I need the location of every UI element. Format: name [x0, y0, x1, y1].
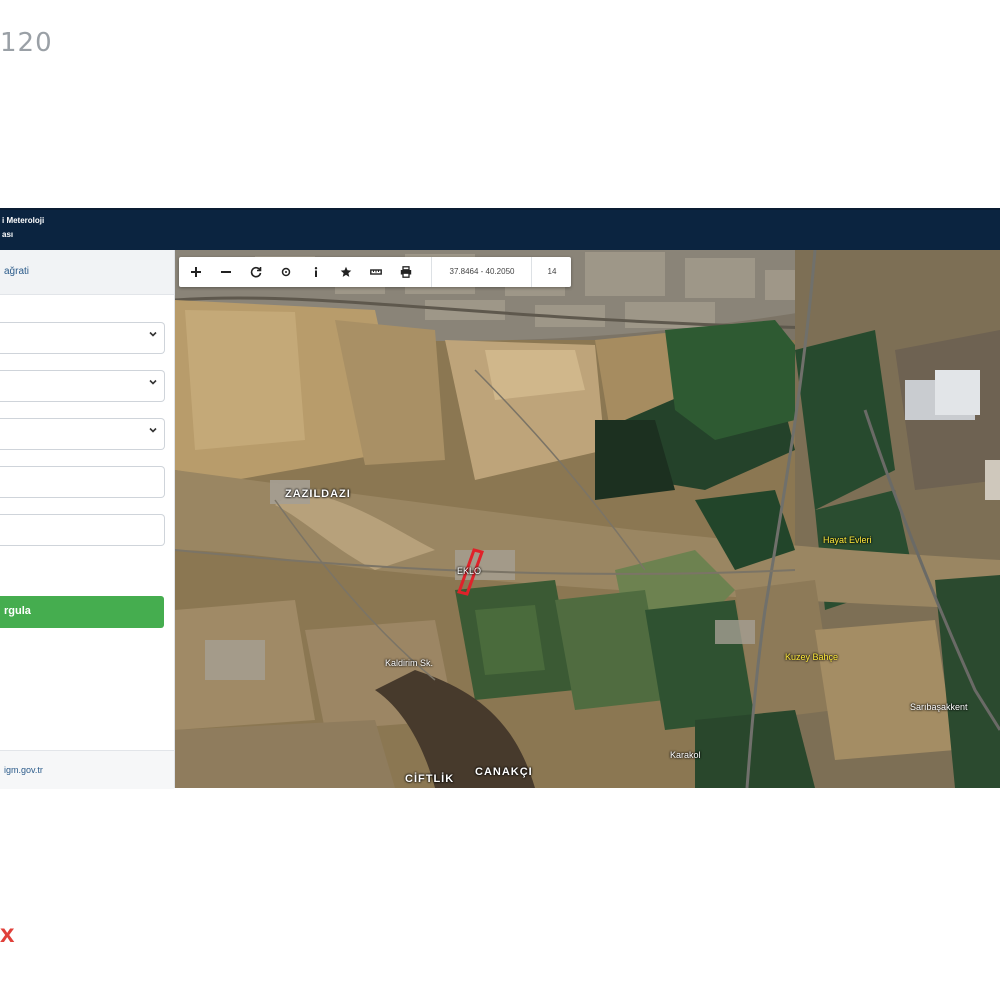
info-button[interactable]: [301, 257, 331, 287]
favorite-button[interactable]: [331, 257, 361, 287]
query-button[interactable]: rgula: [0, 596, 164, 628]
map-label-canakci: CANAKÇI: [475, 766, 533, 778]
plus-icon: [191, 267, 201, 277]
footer-link[interactable]: igm.gov.tr: [4, 765, 43, 775]
sidebar-heading: ağrati: [4, 266, 30, 277]
chevron-down-icon: [149, 427, 157, 433]
map-label-saribasakkent: Sarıbaşakkent: [910, 702, 968, 712]
map-label-karakol: Karakol: [670, 750, 701, 760]
sidebar-footer: igm.gov.tr: [0, 750, 174, 789]
block-input[interactable]: [0, 466, 165, 498]
corner-number: 120: [0, 28, 53, 58]
map-label-hayat: Hayat Evleri: [823, 535, 872, 545]
province-select[interactable]: [0, 322, 165, 354]
map-application: i Meteroloji ası ağrati rgula igm.gov.tr: [0, 208, 1000, 789]
chevron-down-icon: [149, 331, 157, 337]
map-label-parcel: EKLO: [457, 566, 482, 576]
map-toolbar: 37.8464 - 40.2050 14: [179, 257, 571, 287]
watermark-logo: x: [0, 918, 15, 948]
info-icon: [314, 267, 318, 277]
coordinate-readout: 37.8464 - 40.2050: [431, 257, 532, 287]
chevron-down-icon: [149, 379, 157, 385]
locate-button[interactable]: [271, 257, 301, 287]
map-label-ciftlik: CİFTLİK: [405, 773, 455, 785]
map-label-kuzey: Kuzey Bahçe: [785, 652, 839, 662]
query-sidebar: ağrati rgula igm.gov.tr: [0, 250, 175, 789]
brand-title: i Meteroloji: [2, 216, 45, 225]
zoom-level: 14: [531, 257, 572, 287]
refresh-icon: [250, 266, 262, 278]
parcel-input[interactable]: [0, 514, 165, 546]
print-button[interactable]: [391, 257, 421, 287]
district-select[interactable]: [0, 370, 165, 402]
top-header: i Meteroloji ası: [0, 208, 1000, 250]
star-icon: [340, 266, 352, 277]
map-label-kaldirim: Kaldirim Sk.: [385, 658, 434, 668]
neighborhood-select[interactable]: [0, 418, 165, 450]
refresh-button[interactable]: [241, 257, 271, 287]
satellite-imagery: [175, 250, 1000, 788]
brand-subtitle: ası: [2, 230, 14, 239]
measure-button[interactable]: [361, 257, 391, 287]
zoom-in-button[interactable]: [181, 257, 211, 287]
minus-icon: [221, 271, 231, 273]
satellite-map[interactable]: ZAZILDAZI EKLO Hayat Evleri Kuzey Bahçe …: [175, 250, 1000, 788]
map-label-village: ZAZILDAZI: [285, 488, 351, 500]
ruler-icon: [370, 269, 382, 275]
query-button-label: rgula: [4, 605, 31, 617]
crosshair-icon: [281, 267, 291, 277]
zoom-out-button[interactable]: [211, 257, 241, 287]
print-icon: [400, 266, 412, 278]
sidebar-header: ağrati: [0, 250, 174, 295]
